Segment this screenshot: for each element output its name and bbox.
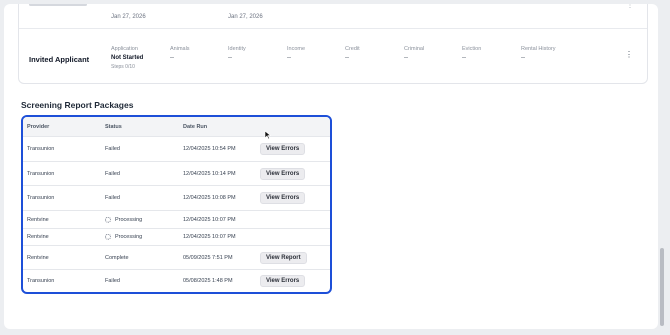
column-identity: Identity -- bbox=[228, 46, 246, 61]
header-status: Status bbox=[105, 124, 122, 130]
header-provider: Provider bbox=[27, 124, 50, 130]
kebab-menu-icon[interactable]: ⋮ bbox=[627, 4, 633, 9]
column-header: Eviction bbox=[462, 46, 482, 52]
kebab-menu-icon[interactable]: ⋮ bbox=[625, 51, 633, 59]
provider-cell: Transunion bbox=[27, 170, 55, 177]
column-animals: Animals -- bbox=[170, 46, 190, 61]
column-credit: Credit -- bbox=[345, 46, 360, 61]
view-errors-button[interactable]: View Errors bbox=[260, 192, 306, 204]
column-header: Rental History bbox=[521, 46, 556, 52]
previous-date: Jan 27, 2026 bbox=[111, 14, 146, 20]
provider-cell: Rentvine bbox=[27, 234, 49, 240]
column-value: -- bbox=[287, 55, 291, 61]
column-eviction: Eviction -- bbox=[462, 46, 481, 61]
table-row: Transunion Failed 12/04/2025 10:14 PM Vi… bbox=[23, 162, 330, 186]
view-errors-button[interactable]: View Errors bbox=[260, 167, 306, 180]
column-header: Income bbox=[287, 46, 306, 52]
previous-applicant-row: Jan 27, 2026 Jan 27, 2026 ⋮ bbox=[19, 4, 647, 29]
column-header: Credit bbox=[345, 46, 360, 52]
scrollbar-thumb[interactable] bbox=[660, 248, 664, 326]
view-report-button[interactable]: View Report bbox=[260, 251, 307, 264]
date-cell: 12/04/2025 10:54 PM bbox=[183, 146, 236, 152]
column-value: -- bbox=[170, 55, 174, 61]
mouse-cursor-icon bbox=[264, 130, 271, 140]
status-cell: Processing bbox=[105, 233, 143, 241]
column-header: Identity bbox=[228, 46, 246, 52]
status-cell: Failed bbox=[105, 278, 120, 284]
view-errors-button[interactable]: View Errors bbox=[260, 275, 306, 287]
table-row: Rentvine Processing 12/04/2025 10:07 PM bbox=[23, 211, 330, 229]
main-content: Jan 27, 2026 Jan 27, 2026 ⋮ Invited Appl… bbox=[4, 4, 658, 329]
date-cell: 12/04/2025 10:07 PM bbox=[183, 216, 236, 223]
column-value: -- bbox=[521, 55, 525, 61]
column-header: Application bbox=[111, 46, 138, 52]
column-value: -- bbox=[404, 55, 408, 61]
header-date-run: Date Run bbox=[183, 124, 208, 130]
provider-cell: Transunion bbox=[27, 278, 55, 284]
status-cell: Failed bbox=[105, 146, 120, 152]
provider-cell: Transunion bbox=[27, 195, 55, 201]
application-status: Not Started bbox=[111, 55, 144, 61]
date-cell: 12/04/2025 10:14 PM bbox=[183, 170, 236, 177]
table-header: Provider Status Date Run bbox=[23, 117, 330, 137]
previous-date: Jan 27, 2026 bbox=[228, 14, 263, 20]
status-cell: Processing bbox=[105, 216, 143, 223]
date-cell: 05/09/2025 7:51 PM bbox=[183, 254, 233, 261]
provider-cell: Rentvine bbox=[27, 254, 49, 261]
date-cell: 12/04/2025 10:07 PM bbox=[183, 234, 236, 240]
application-steps: Steps 0/10 bbox=[111, 64, 135, 70]
date-cell: 05/08/2025 1:48 PM bbox=[183, 278, 233, 284]
status-cell: Failed bbox=[105, 170, 120, 177]
status-cell: Failed bbox=[105, 195, 120, 201]
truncated-text bbox=[29, 4, 87, 6]
status-text: Processing bbox=[115, 234, 143, 241]
loading-spinner-icon bbox=[105, 233, 111, 240]
column-header: Animals bbox=[170, 46, 190, 52]
column-value: -- bbox=[345, 55, 349, 61]
table-row: Transunion Failed 12/04/2025 10:54 PM Vi… bbox=[23, 137, 330, 162]
view-errors-button[interactable]: View Errors bbox=[260, 143, 306, 155]
provider-cell: Rentvine bbox=[27, 216, 49, 223]
table-row: Transunion Failed 12/04/2025 10:08 PM Vi… bbox=[23, 186, 330, 211]
status-text: Processing bbox=[115, 216, 143, 223]
column-header: Criminal bbox=[404, 46, 425, 52]
table-row: Rentvine Complete 05/09/2025 7:51 PM Vie… bbox=[23, 246, 330, 270]
provider-cell: Transunion bbox=[27, 146, 55, 152]
column-value: -- bbox=[462, 55, 466, 61]
screening-table: Provider Status Date Run Transunion Fail… bbox=[21, 115, 332, 294]
loading-spinner-icon bbox=[105, 216, 111, 223]
table-row: Transunion Failed 05/08/2025 1:48 PM Vie… bbox=[23, 270, 330, 292]
applicant-name: Invited Applicant bbox=[29, 55, 90, 64]
column-value: -- bbox=[228, 55, 232, 61]
applicant-card: Jan 27, 2026 Jan 27, 2026 ⋮ Invited Appl… bbox=[18, 4, 648, 84]
date-cell: 12/04/2025 10:08 PM bbox=[183, 195, 236, 201]
table-row: Rentvine Processing 12/04/2025 10:07 PM bbox=[23, 229, 330, 246]
column-application: Application Not Started Steps 0/10 bbox=[111, 46, 143, 70]
column-rental-history: Rental History -- bbox=[521, 46, 556, 61]
column-criminal: Criminal -- bbox=[404, 46, 424, 61]
column-income: Income -- bbox=[287, 46, 305, 61]
status-cell: Complete bbox=[105, 254, 129, 261]
section-title: Screening Report Packages bbox=[21, 100, 134, 110]
